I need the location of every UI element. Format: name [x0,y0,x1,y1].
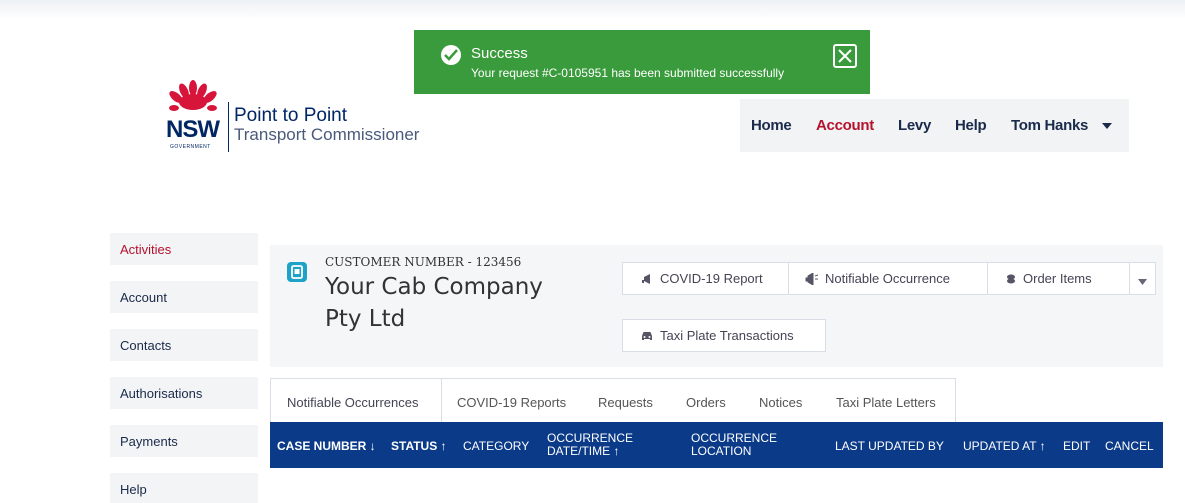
taxi-plate-transactions-button[interactable]: Taxi Plate Transactions [622,319,826,352]
stack-icon [1007,274,1015,284]
check-circle-icon [441,45,461,65]
nsw-logo[interactable]: NSW GOVERNMENT Point to Point Transport … [166,80,436,160]
logo-line1: Point to Point [234,105,348,126]
waratah-icon [169,80,217,111]
account-icon [287,262,307,282]
tab-orders[interactable]: Orders [686,395,726,410]
sidebar-item-activities[interactable]: Activities [110,233,258,265]
taxi-plate-label: Taxi Plate Transactions [660,328,794,343]
column-occurrence-datetime-line2: DATE/TIME ↑ [547,444,620,458]
caret-down-icon [1138,279,1147,285]
top-band [0,0,1185,20]
account-name: Your Cab Company Pty Ltd [325,271,585,335]
sidebar-item-help[interactable]: Help [110,473,258,503]
column-occurrence-location-line1: OCCURRENCE [691,431,778,445]
more-actions-button[interactable] [1129,262,1156,295]
column-occurrence-location-line2: LOCATION [691,444,752,458]
tab-covid-reports[interactable]: COVID-19 Reports [457,395,566,410]
tab-notifiable-occurrences[interactable]: Notifiable Occurrences [287,395,419,410]
sidebar-item-payments[interactable]: Payments [110,425,258,457]
megaphone-alert-icon [805,272,819,286]
table-header: CASE NUMBER ↓ STATUS ↑ CATEGORY OCCURREN… [270,422,1163,468]
account-header: CUSTOMER NUMBER - 123456 Your Cab Compan… [270,245,1163,367]
nav-help[interactable]: Help [955,117,987,134]
column-occurrence-datetime-line1: OCCURRENCE [547,431,634,445]
tab-taxi-plate-letters[interactable]: Taxi Plate Letters [836,395,936,410]
logo-government: GOVERNMENT [170,144,211,150]
toast-title: Success [471,45,528,62]
close-icon[interactable] [833,44,857,68]
customer-number: CUSTOMER NUMBER - 123456 [325,255,522,269]
column-occurrence-location[interactable]: OCCURRENCE LOCATION [691,432,777,458]
nav-levy[interactable]: Levy [898,117,931,134]
order-items-button[interactable]: Order Items [987,262,1130,295]
column-updated-at[interactable]: UPDATED AT ↑ [963,439,1046,453]
nav-home[interactable]: Home [751,117,792,134]
column-last-updated-by[interactable]: LAST UPDATED BY [835,439,944,453]
column-occurrence-datetime[interactable]: OCCURRENCE DATE/TIME ↑ [547,432,633,458]
notifiable-occurrence-label: Notifiable Occurrence [825,271,950,286]
nav-user[interactable]: Tom Hanks [1011,117,1088,134]
order-items-label: Order Items [1023,271,1092,286]
car-icon [642,332,652,340]
sidebar-item-account[interactable]: Account [110,281,258,313]
column-category[interactable]: CATEGORY [463,439,529,453]
sidebar-item-authorisations[interactable]: Authorisations [110,377,258,409]
tab-requests[interactable]: Requests [598,395,653,410]
tab-bar: Notifiable Occurrences COVID-19 Reports … [270,378,956,423]
logo-nsw: NSW [166,116,220,143]
megaphone-icon [642,274,650,284]
column-status[interactable]: STATUS ↑ [391,439,447,453]
covid-report-label: COVID-19 Report [660,271,763,286]
column-case-number[interactable]: CASE NUMBER ↓ [277,439,376,453]
column-edit[interactable]: EDIT [1063,439,1090,453]
tab-notices[interactable]: Notices [759,395,802,410]
caret-down-icon[interactable] [1102,123,1112,129]
logo-line2: Transport Commissioner [234,125,420,144]
column-cancel[interactable]: CANCEL [1105,439,1154,453]
tab-divider [441,379,442,423]
success-toast: Success Your request #C-0105951 has been… [414,30,870,94]
toast-message: Your request #C-0105951 has been submitt… [471,66,785,80]
covid-report-button[interactable]: COVID-19 Report [622,262,789,295]
account-name-line1: Your Cab Company [325,274,543,300]
main-nav: Home Account Levy Help Tom Hanks [740,99,1129,152]
nav-account[interactable]: Account [816,117,874,134]
sidebar-item-contacts[interactable]: Contacts [110,329,258,361]
page: Success Your request #C-0105951 has been… [0,0,1185,503]
account-name-line2: Pty Ltd [325,306,406,332]
notifiable-occurrence-button[interactable]: Notifiable Occurrence [788,262,988,295]
logo-divider [228,102,229,152]
